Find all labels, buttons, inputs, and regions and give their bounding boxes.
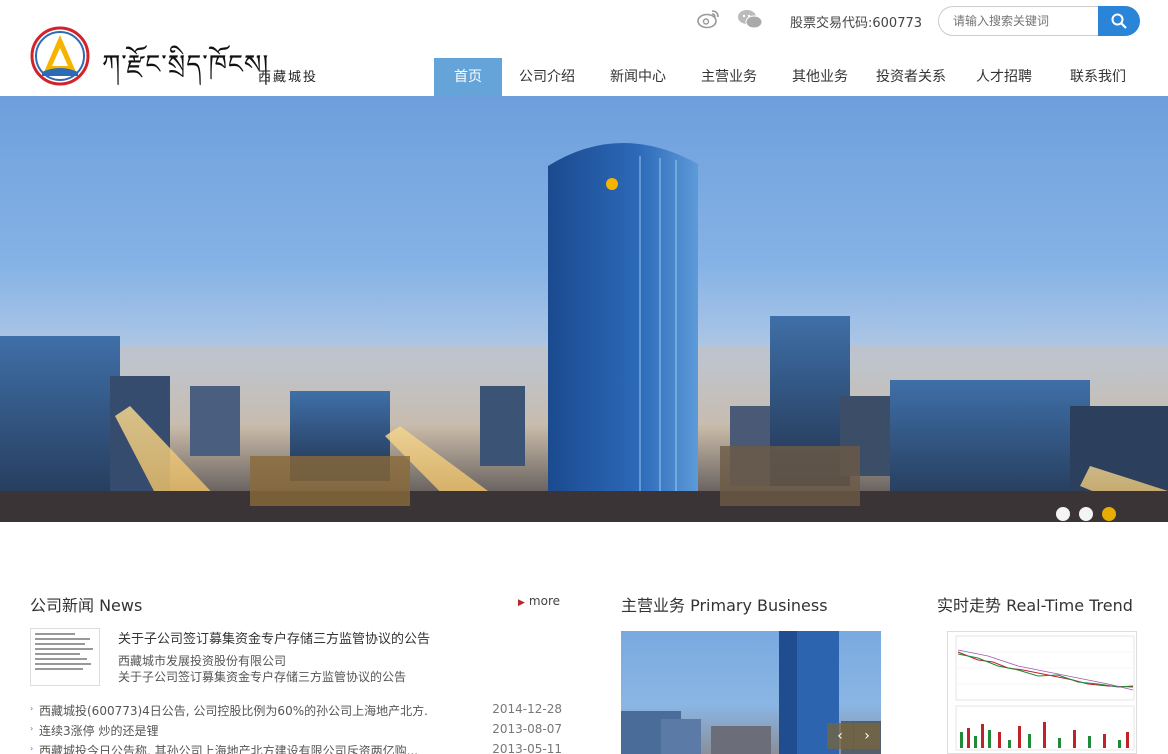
nav-item-home[interactable]: 首页 bbox=[434, 58, 502, 96]
banner-cityscape-image bbox=[0, 142, 1168, 522]
more-label: more bbox=[528, 594, 561, 608]
featured-news-desc-line-2: 关于子公司签订募集资金专户存储三方监管协议的公告 bbox=[118, 670, 407, 684]
chevron-right-icon: › bbox=[864, 728, 870, 744]
news-list-item[interactable]: › 西藏城投(600773)4日公告, 公司控股比例为60%的孙公司上海地产北方… bbox=[30, 700, 562, 720]
more-arrow-icon: ▶ bbox=[518, 598, 525, 608]
weibo-link[interactable] bbox=[697, 8, 721, 32]
featured-news-title[interactable]: 关于子公司签订募集资金专户存储三方监管协议的公告 bbox=[118, 628, 430, 647]
news-section-title: 公司新闻 News bbox=[30, 596, 143, 615]
bullet-icon: › bbox=[30, 724, 34, 733]
wechat-link[interactable] bbox=[737, 8, 763, 32]
hero-banner[interactable] bbox=[0, 96, 1168, 522]
stock-code: 股票交易代码:600773 bbox=[790, 16, 923, 31]
search-icon bbox=[1111, 13, 1127, 29]
nav-item-main-business[interactable]: 主营业务 bbox=[684, 58, 774, 96]
nav-item-about[interactable]: 公司介绍 bbox=[502, 58, 592, 96]
main-nav: 首页 公司介绍 新闻中心 主营业务 其他业务 投资者关系 人才招聘 联系我们 bbox=[434, 58, 1144, 96]
nav-item-careers[interactable]: 人才招聘 bbox=[956, 58, 1052, 96]
stock-chart-thumbnail bbox=[948, 632, 1136, 753]
featured-news-description: 西藏城市发展投资股份有限公司 关于子公司签订募集资金专户存储三方监管协议的公告 bbox=[118, 653, 438, 685]
chevron-left-icon: ‹ bbox=[837, 728, 843, 744]
news-item-text[interactable]: 西藏城投今日公告称, 其孙公司上海地产北方建设有限公司斥资两亿购... bbox=[39, 742, 418, 754]
news-item-date: 2014-12-28 bbox=[492, 702, 562, 716]
featured-news-desc-line-1: 西藏城市发展投资股份有限公司 bbox=[118, 654, 287, 668]
weibo-icon bbox=[697, 10, 719, 29]
banner-pagination bbox=[1056, 507, 1116, 521]
site-header: ཀ་རྫོང་སྲིད་ཁོངས། 西藏城投 股票交易代码:600773 首页 bbox=[0, 0, 1168, 96]
news-item-text[interactable]: 连续3涨停 炒的还是锂 bbox=[39, 722, 158, 739]
bullet-icon: › bbox=[30, 744, 34, 753]
banner-dot-1[interactable] bbox=[1056, 507, 1070, 521]
business-carousel-controls: ‹ › bbox=[827, 723, 881, 749]
news-list: › 西藏城投(600773)4日公告, 公司控股比例为60%的孙公司上海地产北方… bbox=[30, 700, 562, 754]
news-list-item[interactable]: › 连续3涨停 炒的还是锂 2013-08-07 bbox=[30, 720, 562, 740]
search-input[interactable] bbox=[938, 6, 1108, 36]
search-box bbox=[938, 6, 1140, 36]
nav-item-news[interactable]: 新闻中心 bbox=[592, 58, 684, 96]
business-section-title: 主营业务 Primary Business bbox=[621, 596, 828, 615]
news-item-date: 2013-05-11 bbox=[492, 742, 562, 754]
company-logo[interactable]: ཀ་རྫོང་སྲིད་ཁོངས། 西藏城投 bbox=[30, 26, 330, 86]
nav-item-contact[interactable]: 联系我们 bbox=[1052, 58, 1144, 96]
stock-trend-chart-image[interactable] bbox=[947, 631, 1137, 754]
search-button[interactable] bbox=[1098, 6, 1140, 36]
wechat-icon bbox=[738, 10, 763, 29]
bullet-icon: › bbox=[30, 704, 34, 713]
news-more-link[interactable]: ▶ more bbox=[518, 594, 560, 608]
nav-item-other-business[interactable]: 其他业务 bbox=[774, 58, 866, 96]
carousel-prev-button[interactable]: ‹ bbox=[827, 723, 853, 749]
logo-chinese-name: 西藏城投 bbox=[258, 70, 319, 85]
news-list-item[interactable]: › 西藏城投今日公告称, 其孙公司上海地产北方建设有限公司斥资两亿购... 20… bbox=[30, 740, 562, 754]
banner-dot-2[interactable] bbox=[1079, 507, 1093, 521]
logo-emblem-icon bbox=[30, 26, 90, 86]
news-item-date: 2013-08-07 bbox=[492, 722, 562, 736]
nav-item-investor-relations[interactable]: 投资者关系 bbox=[866, 58, 956, 96]
news-thumbnail[interactable] bbox=[30, 628, 100, 686]
banner-dot-3[interactable] bbox=[1102, 507, 1116, 521]
carousel-next-button[interactable]: › bbox=[854, 723, 880, 749]
trend-section-title: 实时走势 Real-Time Trend bbox=[937, 596, 1133, 615]
news-item-text[interactable]: 西藏城投(600773)4日公告, 公司控股比例为60%的孙公司上海地产北方..… bbox=[39, 702, 429, 719]
